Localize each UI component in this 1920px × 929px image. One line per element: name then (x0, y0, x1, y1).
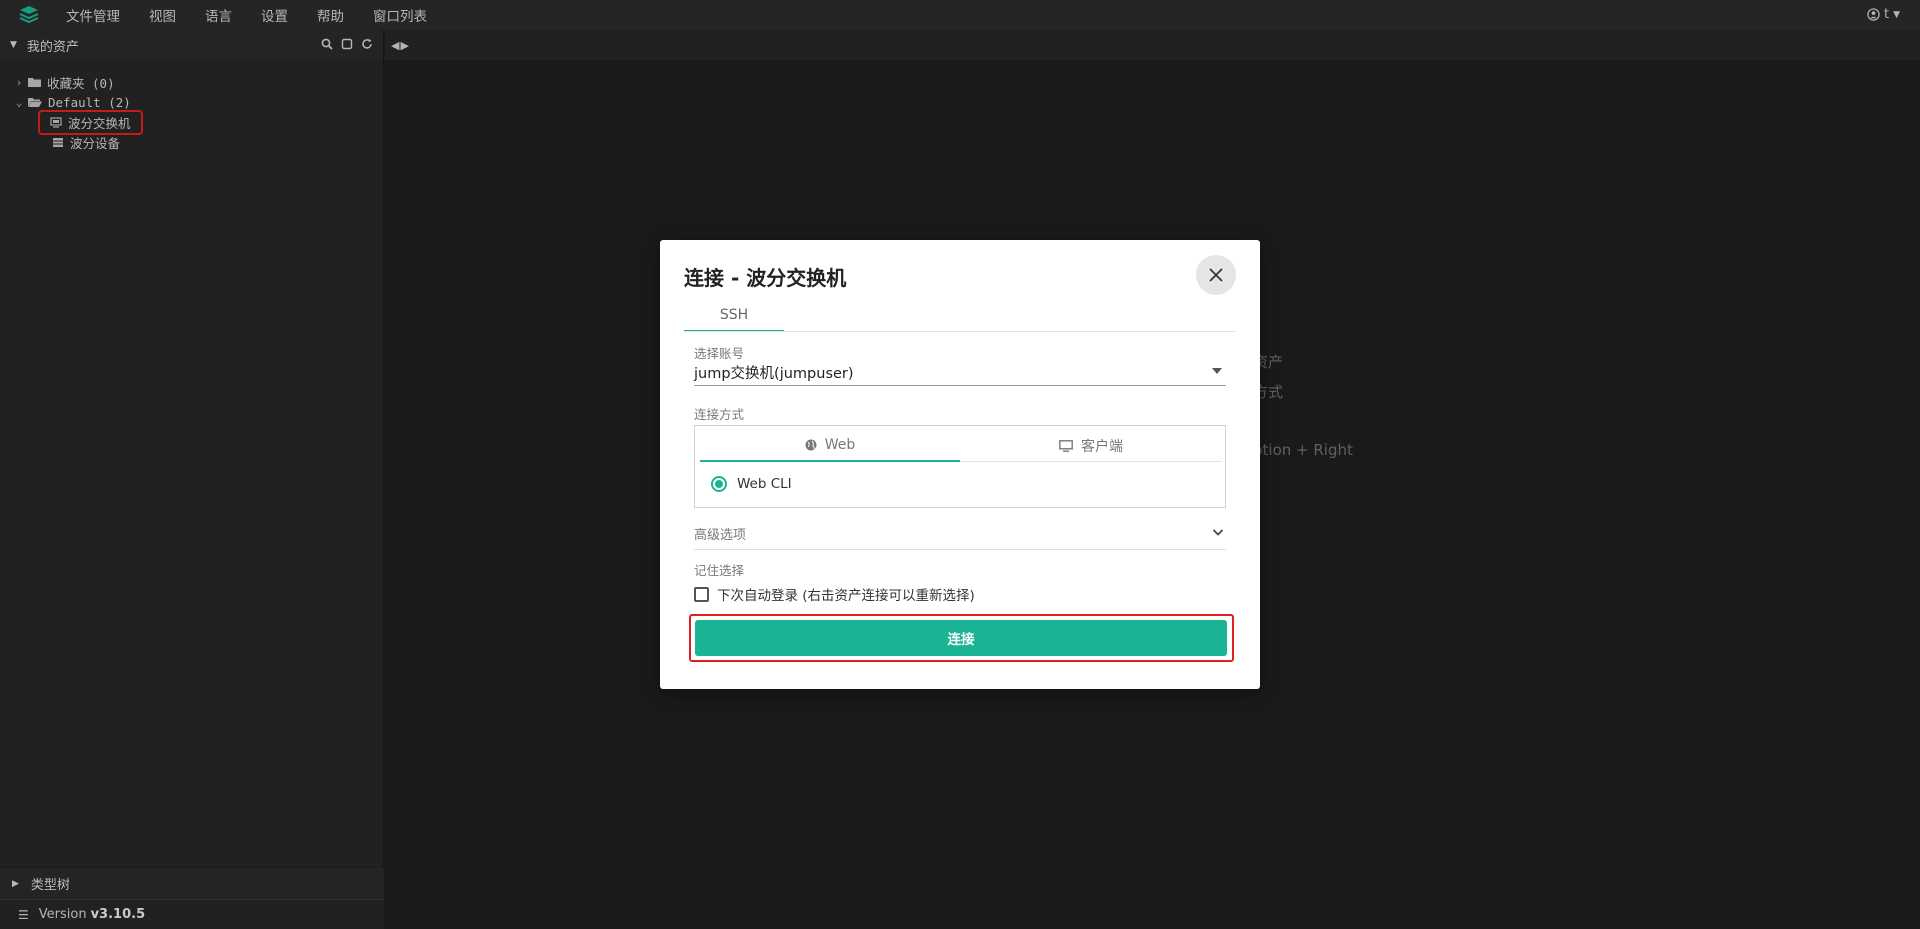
dialog-title: 连接 - 波分交换机 (684, 266, 847, 290)
method-tab-web-label: Web (824, 437, 856, 453)
dropdown-arrow-icon (1212, 368, 1222, 374)
connect-method-box: Web 客户端 Web CLI (694, 425, 1226, 508)
connect-button[interactable]: 连接 (695, 620, 1227, 656)
web-cli-label: Web CLI (737, 476, 792, 492)
globe-icon (805, 439, 817, 451)
tab-ssh[interactable]: SSH (684, 304, 784, 332)
account-select[interactable]: jump交换机(jumpuser) (694, 362, 1226, 386)
method-tab-client-label: 客户端 (1081, 438, 1123, 455)
close-icon (1209, 268, 1223, 282)
chevron-down-icon (1212, 529, 1224, 536)
account-value: jump交换机(jumpuser) (694, 366, 854, 382)
advanced-label: 高级选项 (694, 528, 747, 543)
auto-login-label: 下次自动登录 (右击资产连接可以重新选择) (717, 588, 975, 604)
auto-login-checkbox[interactable] (694, 586, 709, 602)
monitor-icon (1059, 439, 1073, 452)
remember-label: 记住选择 (694, 563, 745, 578)
radio-selected-icon[interactable] (711, 476, 727, 492)
connect-dialog: 连接 - 波分交换机 SSH 选择账号 jump交换机(jumpuser) 连接… (660, 240, 1260, 689)
advanced-options[interactable]: 高级选项 (694, 524, 1226, 550)
close-button[interactable] (1196, 255, 1236, 295)
auto-login-option[interactable]: 下次自动登录 (右击资产连接可以重新选择) (694, 584, 975, 604)
method-tab-client[interactable]: 客户端 (960, 430, 1222, 462)
method-label: 连接方式 (694, 407, 745, 422)
method-tab-web[interactable]: Web (700, 430, 960, 462)
tab-divider (684, 331, 1236, 332)
web-cli-option[interactable]: Web CLI (711, 476, 792, 492)
account-label: 选择账号 (694, 346, 745, 361)
